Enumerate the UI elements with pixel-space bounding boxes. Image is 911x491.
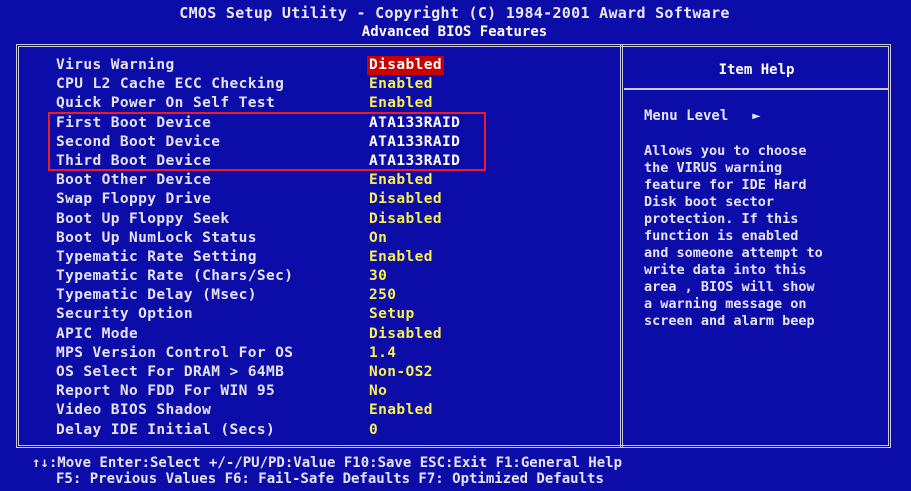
- setting-value[interactable]: Enabled: [367, 248, 435, 267]
- setting-value[interactable]: Disabled: [367, 325, 444, 344]
- panel-divider: [620, 44, 623, 448]
- setting-label: MPS Version Control For OS: [56, 344, 294, 361]
- key-legend: ↑↓:Move Enter:Select +/-/PU/PD:Value F10…: [18, 452, 891, 488]
- setting-row-os-select-dram[interactable]: OS Select For DRAM > 64MB Non-OS2: [56, 363, 616, 382]
- setting-value[interactable]: 30: [367, 267, 389, 286]
- setting-value[interactable]: On: [367, 229, 389, 248]
- setting-row-video-bios-shadow[interactable]: Video BIOS Shadow Enabled: [56, 401, 616, 420]
- setting-row-swap-floppy[interactable]: Swap Floppy Drive Disabled: [56, 190, 616, 209]
- help-separator: [624, 88, 889, 90]
- setting-row-mps-version[interactable]: MPS Version Control For OS 1.4: [56, 344, 616, 363]
- help-description: Allows you to choose the VIRUS warning f…: [644, 143, 823, 329]
- setting-value[interactable]: 0: [367, 421, 380, 440]
- setting-label: Quick Power On Self Test: [56, 95, 276, 112]
- setting-label: Typematic Rate (Chars/Sec): [56, 268, 294, 285]
- setting-label: Virus Warning: [56, 57, 175, 73]
- menu-level-label: Menu Level: [644, 108, 729, 124]
- setting-row-virus-warning[interactable]: Virus Warning Disabled: [56, 56, 616, 75]
- setting-value[interactable]: No: [367, 382, 389, 401]
- item-help-title: Item Help: [718, 62, 795, 78]
- setting-label: Report No FDD For WIN 95: [56, 383, 276, 400]
- setting-row-typematic-setting[interactable]: Typematic Rate Setting Enabled: [56, 248, 616, 267]
- setting-value[interactable]: 250: [367, 286, 398, 305]
- setting-row-numlock[interactable]: Boot Up NumLock Status On: [56, 229, 616, 248]
- setting-value[interactable]: Non-OS2: [367, 363, 435, 382]
- setting-label: Typematic Rate Setting: [56, 248, 257, 265]
- setting-row-delay-ide[interactable]: Delay IDE Initial (Secs) 0: [56, 421, 616, 440]
- setting-value[interactable]: Setup: [367, 305, 417, 324]
- setting-label: Swap Floppy Drive: [56, 191, 212, 208]
- setting-row-floppy-seek[interactable]: Boot Up Floppy Seek Disabled: [56, 210, 616, 229]
- utility-title: CMOS Setup Utility - Copyright (C) 1984-…: [179, 4, 730, 22]
- setting-row-apic-mode[interactable]: APIC Mode Disabled: [56, 325, 616, 344]
- setting-row-typematic-rate[interactable]: Typematic Rate (Chars/Sec) 30: [56, 267, 616, 286]
- setting-label: APIC Mode: [56, 325, 139, 342]
- setting-label: Security Option: [56, 306, 193, 323]
- setting-row-typematic-delay[interactable]: Typematic Delay (Msec) 250: [56, 286, 616, 305]
- setting-label: OS Select For DRAM > 64MB: [56, 364, 285, 380]
- setting-value[interactable]: Disabled: [367, 210, 444, 229]
- page-title: Advanced BIOS Features: [361, 24, 548, 40]
- boot-device-highlight-box: [48, 112, 486, 171]
- setting-value[interactable]: Enabled: [367, 171, 435, 190]
- setting-row-security-option[interactable]: Security Option Setup: [56, 305, 616, 324]
- setting-label: Video BIOS Shadow: [56, 402, 212, 419]
- setting-label: Boot Other Device: [56, 172, 212, 189]
- setting-value-selected[interactable]: Disabled: [367, 56, 445, 75]
- setting-label: Boot Up Floppy Seek: [56, 210, 230, 227]
- setting-value[interactable]: Enabled: [367, 94, 435, 113]
- setting-label: Typematic Delay (Msec): [56, 287, 257, 304]
- setting-label: Delay IDE Initial (Secs): [56, 421, 276, 438]
- key-legend-line-2: F5: Previous Values F6: Fail-Safe Defaul…: [56, 471, 604, 487]
- header: CMOS Setup Utility - Copyright (C) 1984-…: [18, 4, 891, 44]
- bios-screen: CMOS Setup Utility - Copyright (C) 1984-…: [0, 0, 911, 491]
- setting-row-quick-post[interactable]: Quick Power On Self Test Enabled: [56, 94, 616, 113]
- setting-value[interactable]: Enabled: [367, 401, 435, 420]
- setting-row-report-no-fdd[interactable]: Report No FDD For WIN 95 No: [56, 382, 616, 401]
- setting-value[interactable]: 1.4: [367, 344, 398, 363]
- menu-level: Menu Level ►: [644, 106, 761, 126]
- setting-row-boot-other-device[interactable]: Boot Other Device Enabled: [56, 171, 616, 190]
- setting-value[interactable]: Enabled: [367, 75, 435, 94]
- setting-label: CPU L2 Cache ECC Checking: [56, 76, 285, 93]
- setting-label: Boot Up NumLock Status: [56, 229, 257, 246]
- key-legend-line-1: ↑↓:Move Enter:Select +/-/PU/PD:Value F10…: [32, 455, 623, 471]
- setting-row-cpu-l2-ecc[interactable]: CPU L2 Cache ECC Checking Enabled: [56, 75, 616, 94]
- right-arrow-icon: ►: [752, 108, 761, 124]
- setting-value[interactable]: Disabled: [367, 190, 444, 209]
